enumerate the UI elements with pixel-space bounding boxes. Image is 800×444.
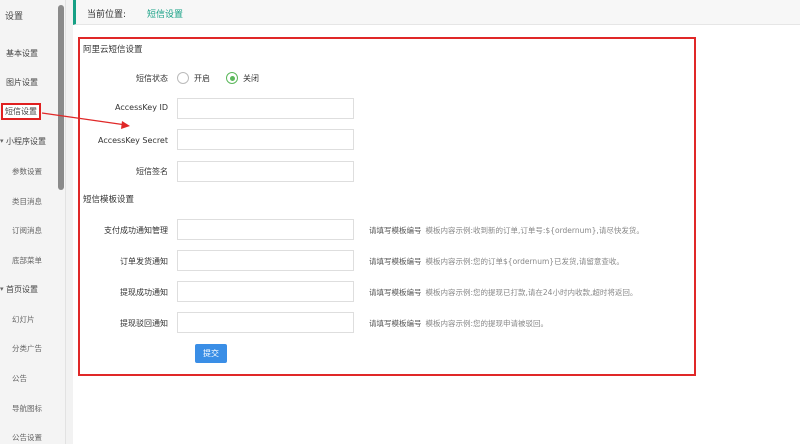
radio-circle[interactable] (177, 72, 189, 84)
template-label: 提现成功通知 (120, 288, 168, 297)
submit-button[interactable]: 提交 (195, 344, 227, 363)
radio-disable[interactable]: 关闭 (226, 72, 259, 84)
template-input-pay-success[interactable] (177, 219, 354, 240)
sidebar-item-home[interactable]: 首页设置 (6, 284, 38, 295)
template-input-withdraw-rejected[interactable] (177, 312, 354, 333)
hint-example: 模板内容示例:您的提现已打款,请在24小时内收款,超时将返回。 (425, 288, 638, 297)
caret-down-icon: ▾ (0, 137, 4, 145)
sidebar-item-basic[interactable]: 基本设置 (6, 48, 38, 59)
hint-example: 模板内容示例:您的提现申请被驳回。 (425, 319, 549, 328)
sidebar-item-category-msg[interactable]: 类目消息 (12, 196, 42, 207)
template-hint: 请填写模板编号 模板内容示例:您的提现申请被驳回。 (369, 318, 548, 329)
template-label: 订单发货通知 (120, 257, 168, 266)
caret-down-icon: ▾ (0, 285, 4, 293)
sidebar-item-notice[interactable]: 公告 (12, 373, 27, 384)
sidebar-item-subscribe-msg[interactable]: 订阅消息 (12, 225, 42, 236)
sidebar-item-slides[interactable]: 幻灯片 (12, 314, 35, 325)
hint-example: 模板内容示例:您的订单${ordernum}已发货,请留意查收。 (425, 257, 624, 266)
template-input-withdraw-success[interactable] (177, 281, 354, 302)
sidebar-item-category-ads[interactable]: 分类广告 (12, 343, 42, 354)
sidebar-scrollbar[interactable] (58, 5, 64, 190)
sidebar: 设置 基本设置 图片设置 短信设置 ▾ 小程序设置 参数设置 类目消息 订阅消息… (0, 0, 66, 444)
template-label: 提现驳回通知 (120, 319, 168, 328)
template-hint: 请填写模板编号 模板内容示例:收到新的订单,订单号:${ordernum},请尽快… (369, 225, 644, 236)
hint-text: 请填写模板编号 (369, 288, 422, 297)
sidebar-item-bottom-menu[interactable]: 底部菜单 (12, 255, 42, 266)
accesskey-id-label: AccessKey ID (115, 103, 168, 112)
breadcrumb: 当前位置: 短信设置 (73, 0, 800, 25)
sidebar-item-notice-settings[interactable]: 公告设置 (12, 432, 42, 443)
hint-text: 请填写模板编号 (369, 257, 422, 266)
template-input-order-shipped[interactable] (177, 250, 354, 271)
breadcrumb-current: 短信设置 (147, 10, 184, 20)
sidebar-item-nav-icons[interactable]: 导航图标 (12, 403, 42, 414)
template-hint: 请填写模板编号 模板内容示例:您的提现已打款,请在24小时内收款,超时将返回。 (369, 287, 637, 298)
sms-sign-label: 短信签名 (136, 167, 168, 176)
sms-status-label: 短信状态 (136, 74, 168, 83)
sidebar-item-image[interactable]: 图片设置 (6, 77, 38, 88)
radio-enable[interactable]: 开启 (177, 72, 210, 84)
sms-sign-input[interactable] (177, 161, 354, 182)
template-label: 支付成功通知管理 (104, 226, 168, 235)
accesskey-secret-label: AccessKey Secret (97, 136, 168, 145)
hint-text: 请填写模板编号 (369, 319, 422, 328)
hint-text: 请填写模板编号 (369, 226, 422, 235)
radio-disable-label: 关闭 (243, 73, 259, 83)
accesskey-secret-input[interactable] (177, 129, 354, 150)
template-section-title: 短信模板设置 (83, 195, 135, 205)
accesskey-id-input[interactable] (177, 98, 354, 119)
breadcrumb-label: 当前位置: (87, 10, 127, 20)
radio-enable-label: 开启 (194, 73, 210, 83)
template-hint: 请填写模板编号 模板内容示例:您的订单${ordernum}已发货,请留意查收。 (369, 256, 624, 267)
sidebar-item-sms[interactable]: 短信设置 (1, 103, 41, 120)
radio-circle-checked[interactable] (226, 72, 238, 84)
aliyun-section-title: 阿里云短信设置 (83, 45, 143, 55)
sidebar-item-params[interactable]: 参数设置 (12, 166, 42, 177)
sidebar-title: 设置 (5, 12, 24, 22)
hint-example: 模板内容示例:收到新的订单,订单号:${ordernum},请尽快发货。 (425, 226, 644, 235)
